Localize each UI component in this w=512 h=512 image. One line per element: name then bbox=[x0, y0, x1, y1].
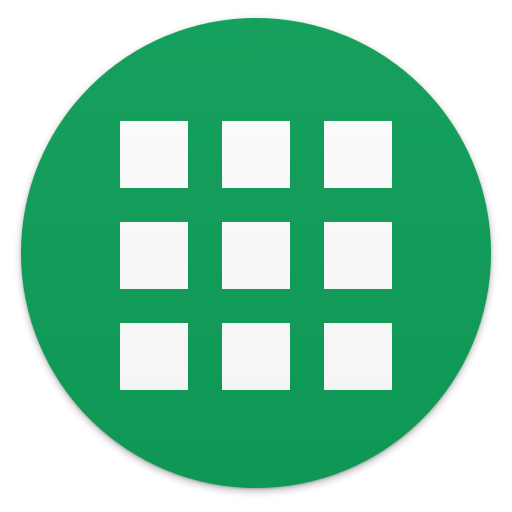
grid-tile bbox=[324, 323, 392, 390]
grid-tile bbox=[222, 222, 290, 289]
app-grid-icon[interactable] bbox=[21, 18, 491, 488]
grid-tile bbox=[120, 323, 188, 390]
grid-tile bbox=[120, 121, 188, 188]
grid-tile bbox=[324, 121, 392, 188]
tile-grid bbox=[120, 121, 392, 391]
grid-tile bbox=[222, 121, 290, 188]
grid-tile bbox=[222, 323, 290, 390]
grid-tile bbox=[324, 222, 392, 289]
app-icon-canvas bbox=[0, 0, 512, 512]
grid-tile bbox=[120, 222, 188, 289]
